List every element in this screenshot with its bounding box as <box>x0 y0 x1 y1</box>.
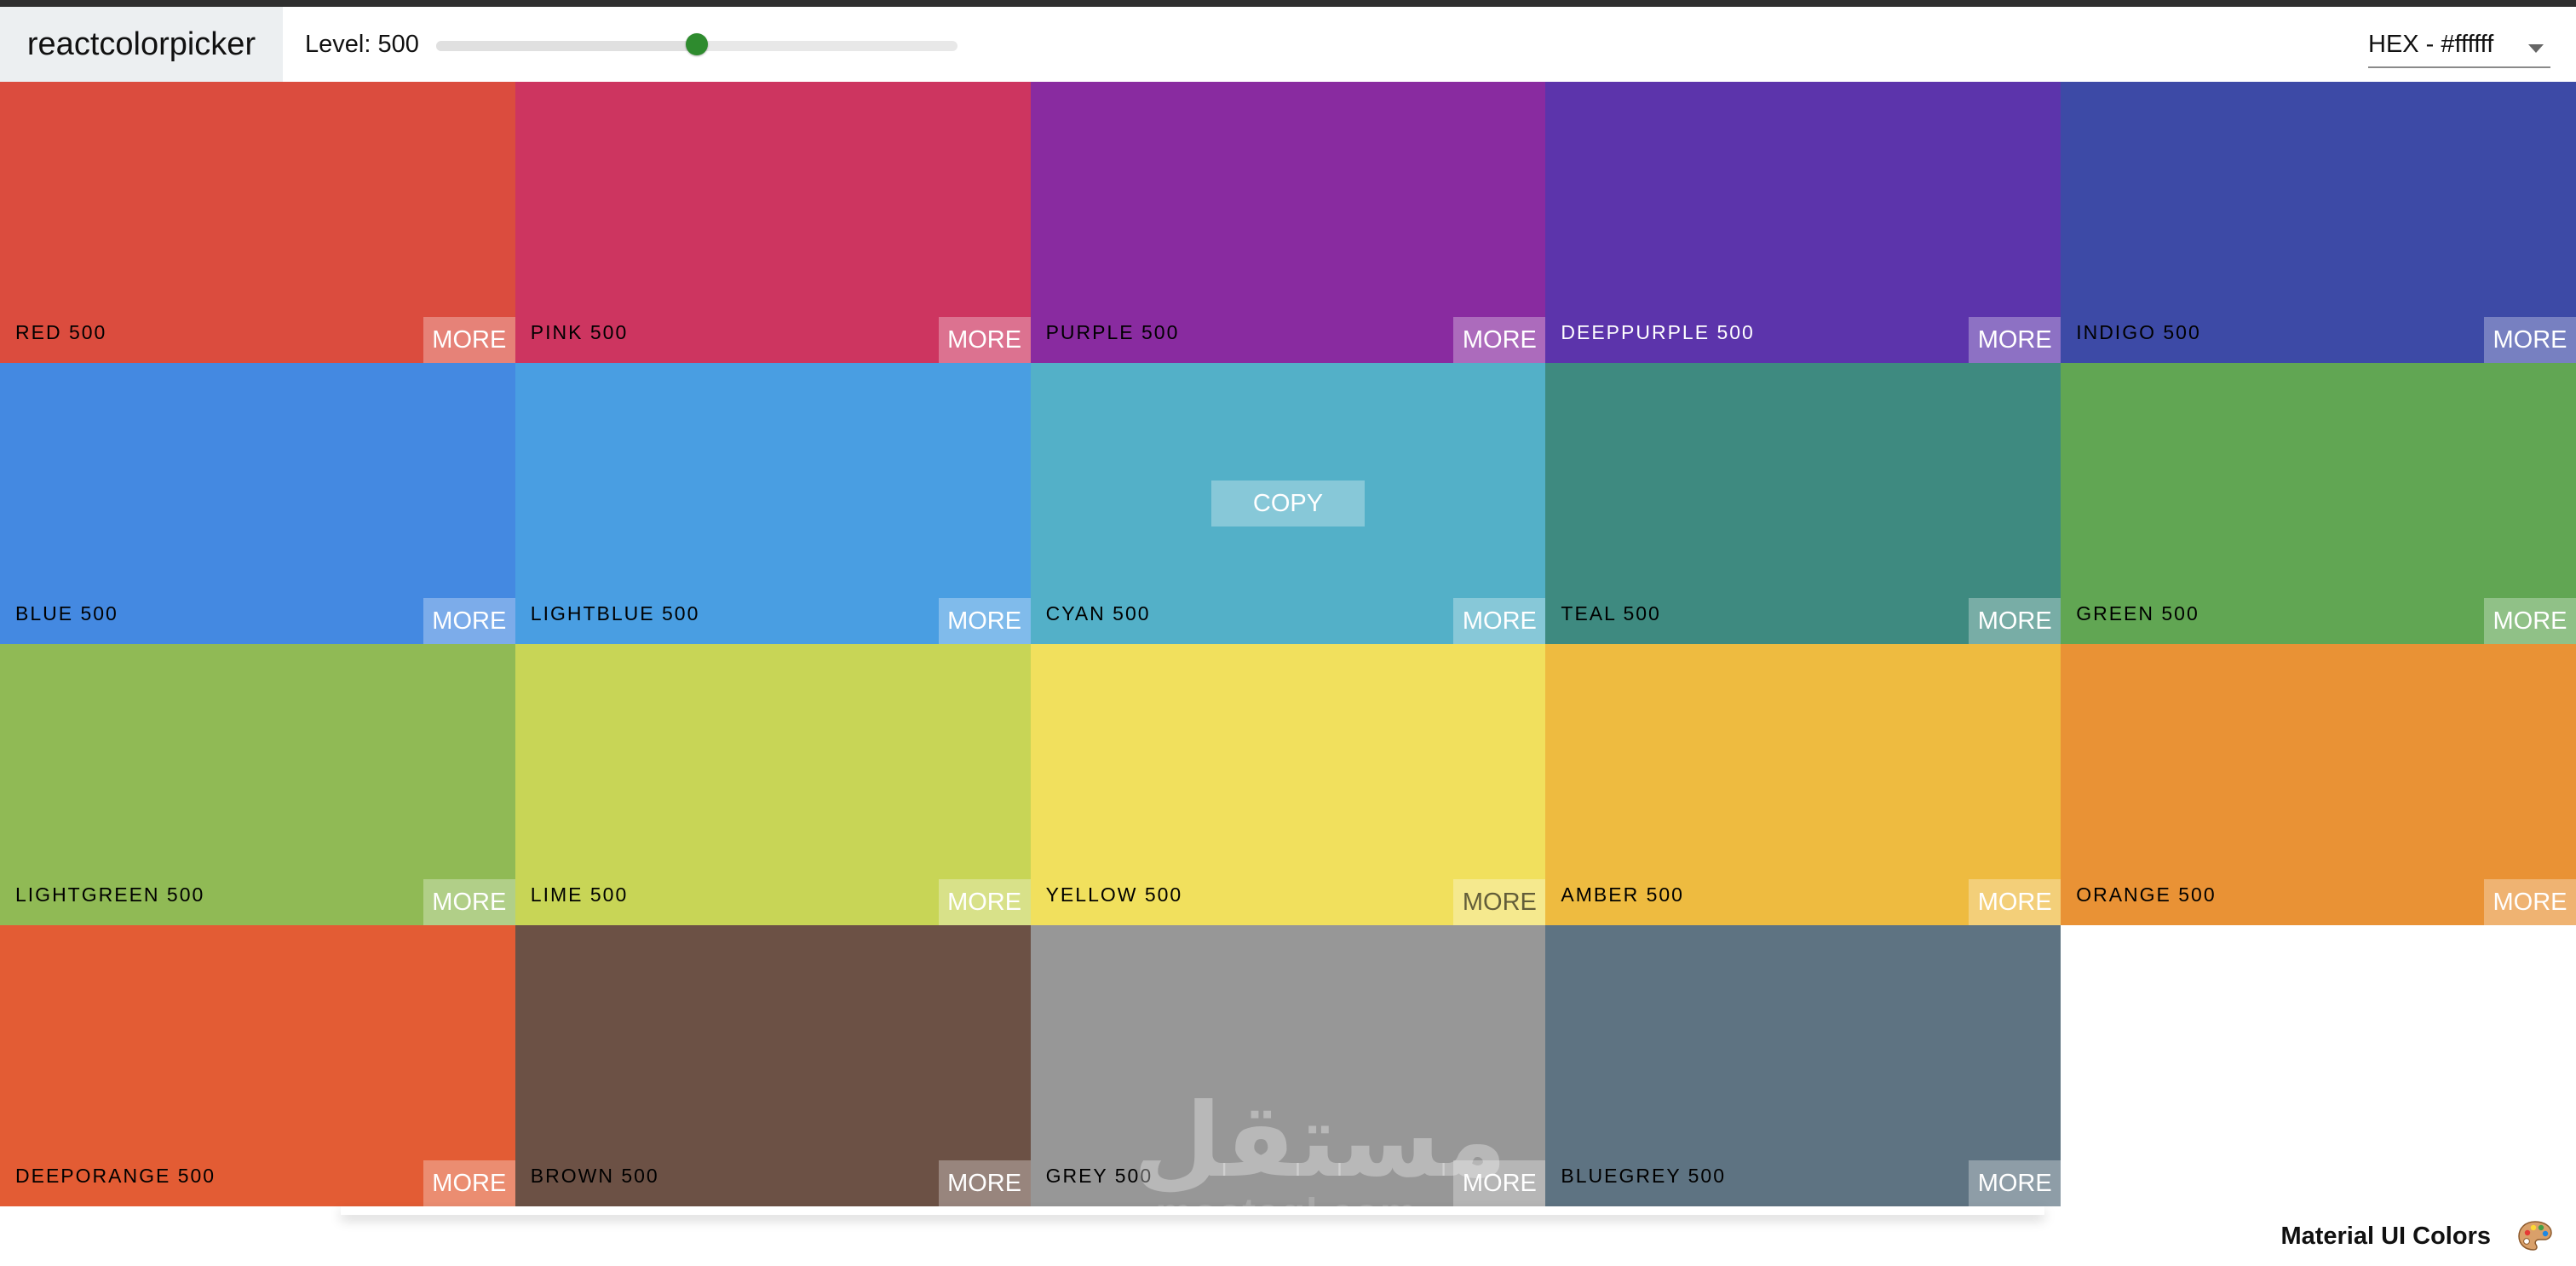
color-box[interactable]: grey 500 MORE <box>1030 925 1546 1206</box>
color-box[interactable]: brown 500 MORE <box>515 925 1031 1206</box>
format-select[interactable]: HEX - #ffffff <box>2368 22 2550 68</box>
color-box[interactable]: orange 500 MORE <box>2061 644 2576 925</box>
level-label: Level: 500 <box>305 30 419 58</box>
more-button[interactable]: MORE <box>938 879 1031 925</box>
color-box[interactable]: green 500 MORE <box>2061 363 2576 644</box>
color-name-label: orange 500 <box>2076 883 2217 906</box>
navbar: reactcolorpicker Level: 500 HEX - #fffff… <box>0 7 2576 83</box>
color-name-label: lime 500 <box>530 883 629 906</box>
footer: Material UI Colors <box>0 1206 2576 1266</box>
color-name-label: indigo 500 <box>2076 321 2201 343</box>
more-button[interactable]: MORE <box>1453 317 1546 363</box>
footer-shadow <box>341 1206 2044 1215</box>
footer-label: Material UI Colors <box>2280 1222 2491 1250</box>
more-button[interactable]: MORE <box>1969 317 2061 363</box>
color-name-label: pink 500 <box>530 321 629 343</box>
more-button[interactable]: MORE <box>2483 879 2576 925</box>
color-box[interactable]: amber 500 MORE <box>1545 644 2061 925</box>
color-box[interactable]: yellow 500 MORE <box>1030 644 1546 925</box>
color-box[interactable]: lightgreen 500 MORE <box>0 644 515 925</box>
color-name-label: lightblue 500 <box>530 602 700 624</box>
more-button[interactable]: MORE <box>938 1160 1031 1206</box>
slider-handle[interactable] <box>686 33 708 55</box>
more-button[interactable]: MORE <box>1453 598 1546 644</box>
color-name-label: brown 500 <box>530 1165 659 1187</box>
color-box[interactable]: lime 500 MORE <box>515 644 1031 925</box>
slider-track-fill <box>436 41 697 51</box>
more-button[interactable]: MORE <box>1969 598 2061 644</box>
color-box[interactable]: deeporange 500 MORE <box>0 925 515 1206</box>
color-name-label: teal 500 <box>1561 602 1661 624</box>
level-slider[interactable] <box>436 33 957 55</box>
more-button[interactable]: MORE <box>423 1160 515 1206</box>
color-box[interactable]: indigo 500 MORE <box>2061 82 2576 363</box>
chevron-down-icon[interactable] <box>2528 44 2544 53</box>
color-name-label: bluegrey 500 <box>1561 1165 1727 1187</box>
color-box[interactable]: pink 500 MORE <box>515 82 1031 363</box>
window-top-strip <box>0 0 2576 7</box>
more-button[interactable]: MORE <box>938 598 1031 644</box>
more-button[interactable]: MORE <box>938 317 1031 363</box>
more-button[interactable]: MORE <box>423 598 515 644</box>
color-name-label: yellow 500 <box>1045 883 1183 906</box>
more-button[interactable]: MORE <box>423 317 515 363</box>
color-box[interactable]: lightblue 500 MORE <box>515 363 1031 644</box>
color-box[interactable]: blue 500 MORE <box>0 363 515 644</box>
format-select-value: HEX - #ffffff <box>2368 30 2494 58</box>
color-palette: red 500 MORE pink 500 MORE purple 500 MORE dee… <box>0 82 2576 1206</box>
more-button[interactable]: MORE <box>1969 1160 2061 1206</box>
color-name-label: lightgreen 500 <box>15 883 205 906</box>
color-box[interactable]: deeppurple 500 MORE <box>1545 82 2061 363</box>
color-box[interactable]: bluegrey 500 MORE <box>1545 925 2061 1206</box>
logo[interactable]: reactcolorpicker <box>0 7 283 82</box>
color-name-label: red 500 <box>15 321 107 343</box>
copy-button[interactable]: COPY <box>1210 481 1365 527</box>
more-button[interactable]: MORE <box>423 879 515 925</box>
color-box[interactable]: teal 500 MORE <box>1545 363 2061 644</box>
color-name-label: deeppurple 500 <box>1561 321 1755 343</box>
color-box[interactable]: purple 500 MORE <box>1030 82 1546 363</box>
color-name-label: purple 500 <box>1045 321 1180 343</box>
color-name-label: grey 500 <box>1045 1165 1153 1187</box>
more-button[interactable]: MORE <box>1969 879 2061 925</box>
color-name-label: green 500 <box>2076 602 2199 624</box>
color-name-label: cyan 500 <box>1045 602 1151 624</box>
color-name-label: deeporange 500 <box>15 1165 216 1187</box>
color-box[interactable]: red 500 MORE <box>0 82 515 363</box>
color-name-label: blue 500 <box>15 602 118 624</box>
color-box[interactable]: COPY cyan 500 MORE <box>1030 363 1546 644</box>
artist-palette-icon <box>2518 1221 2552 1251</box>
color-name-label: amber 500 <box>1561 883 1684 906</box>
more-button[interactable]: MORE <box>1453 879 1546 925</box>
more-button[interactable]: MORE <box>2483 598 2576 644</box>
more-button[interactable]: MORE <box>2483 317 2576 363</box>
more-button[interactable]: MORE <box>1453 1160 1546 1206</box>
